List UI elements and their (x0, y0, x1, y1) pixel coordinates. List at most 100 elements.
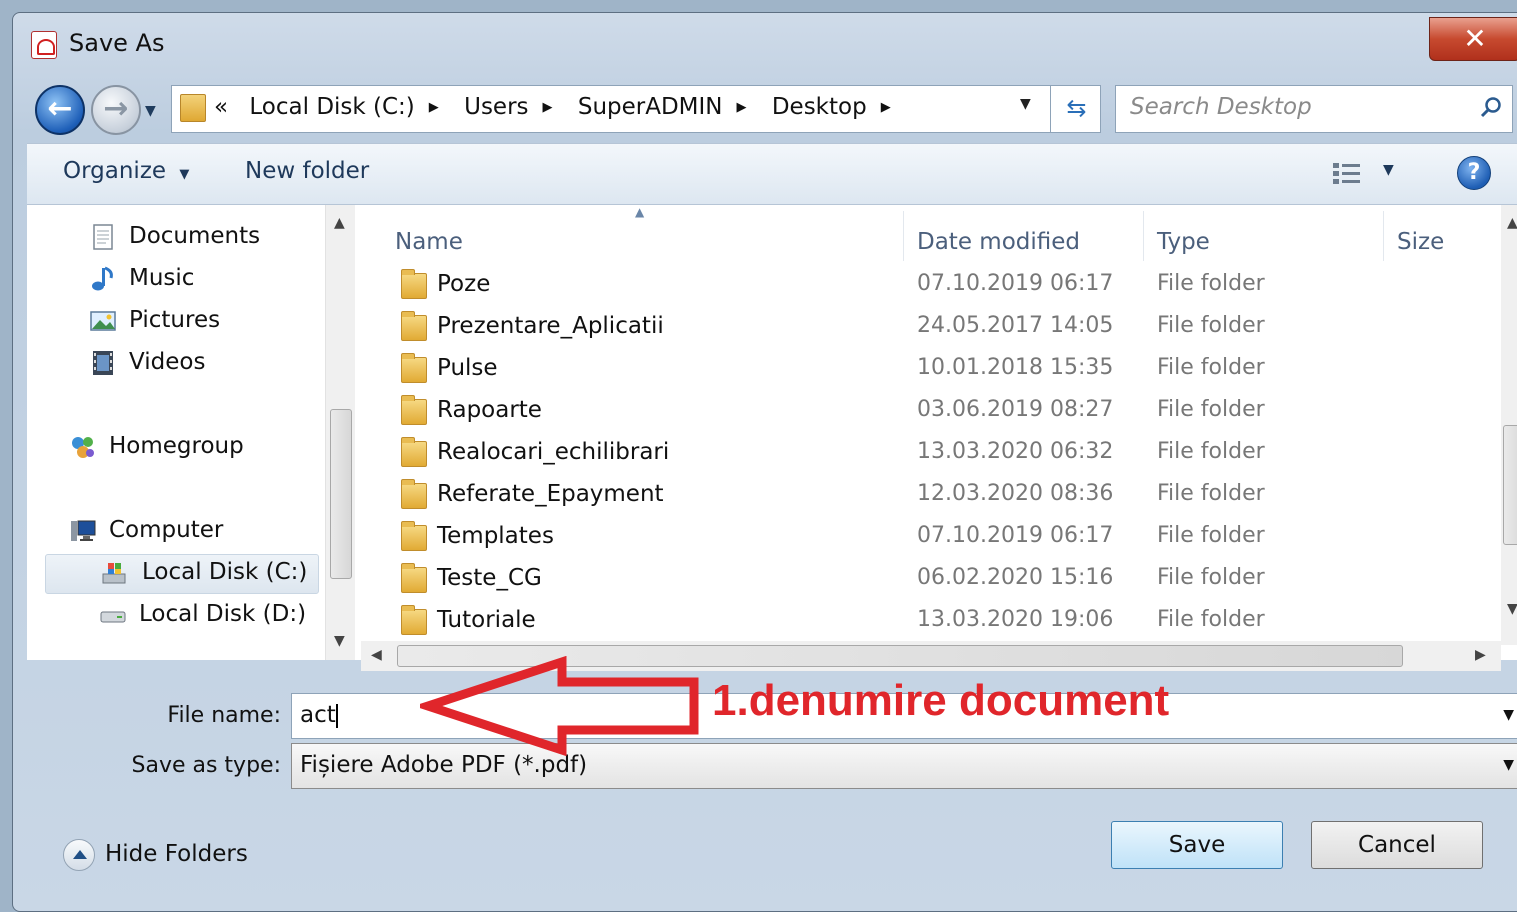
breadcrumb-desktop[interactable]: Desktop (772, 94, 867, 120)
scroll-thumb[interactable] (330, 409, 352, 579)
scroll-down-icon[interactable]: ▼ (334, 633, 345, 649)
column-divider[interactable] (903, 211, 904, 261)
column-header-type[interactable]: Type (1157, 229, 1210, 255)
file-type: File folder (1157, 565, 1265, 590)
view-dropdown[interactable]: ▼ (1383, 162, 1394, 178)
scroll-up-icon[interactable]: ▲ (1507, 215, 1517, 231)
refresh-button[interactable]: ⇆ (1050, 86, 1102, 132)
column-header-name[interactable]: Name (395, 229, 463, 255)
save-as-dialog: Save As ✕ ← → ▼ « Local Disk (C:) ▶ Users… (12, 12, 1517, 912)
column-divider[interactable] (1383, 211, 1384, 261)
adobe-pdf-icon (31, 31, 57, 59)
command-bar: Organize ▼ New folder ▼ ? (27, 143, 1517, 205)
sidebar-item-local-disk-c[interactable]: Local Disk (C:) (45, 554, 319, 594)
drive-icon (100, 611, 126, 623)
sidebar-item-documents[interactable]: Documents (89, 219, 309, 257)
save-button[interactable]: Save (1111, 821, 1283, 869)
annotation-label: 1.denumire document (712, 676, 1170, 725)
column-header-size[interactable]: Size (1397, 229, 1444, 255)
file-name: Templates (437, 523, 554, 549)
sidebar-item-music[interactable]: Music (89, 261, 309, 299)
file-date: 07.10.2019 06:17 (917, 271, 1114, 296)
sidebar-item-pictures[interactable]: Pictures (89, 303, 309, 341)
sidebar-item-computer[interactable]: Computer (69, 513, 309, 551)
view-options-icon[interactable] (1331, 160, 1363, 188)
breadcrumb-chevron-icon[interactable]: ▶ (881, 100, 891, 115)
breadcrumb-overflow[interactable]: « (214, 94, 228, 120)
folder-icon (180, 94, 206, 122)
file-type: File folder (1157, 439, 1265, 464)
folder-icon (401, 311, 427, 341)
sidebar-item-label: Homegroup (109, 433, 244, 459)
table-row[interactable]: Tutoriale 13.03.2020 19:06 File folder (361, 601, 1501, 643)
table-row[interactable]: Pulse 10.01.2018 15:35 File folder (361, 349, 1501, 391)
sidebar-item-label: Pictures (129, 307, 221, 333)
file-name-dropdown[interactable]: ▼ (1503, 694, 1514, 736)
back-button[interactable]: ← (35, 85, 85, 135)
cancel-button[interactable]: Cancel (1311, 821, 1483, 869)
chevron-down-icon: ▼ (1383, 162, 1394, 178)
file-date: 24.05.2017 14:05 (917, 313, 1114, 338)
file-list-vertical-scrollbar[interactable]: ▲ ▼ (1501, 205, 1517, 645)
chevron-down-icon: ▼ (1020, 96, 1031, 112)
file-date: 06.02.2020 15:16 (917, 565, 1114, 590)
refresh-icon: ⇆ (1066, 94, 1087, 122)
window-title: Save As (69, 29, 165, 57)
forward-button[interactable]: → (91, 85, 141, 135)
breadcrumb-local-disk[interactable]: Local Disk (C:) (249, 94, 414, 120)
help-icon[interactable]: ? (1457, 156, 1491, 190)
documents-icon (93, 224, 113, 250)
search-box[interactable]: Search Desktop (1115, 85, 1513, 133)
file-date: 12.03.2020 08:36 (917, 481, 1114, 506)
table-row[interactable]: Realocari_echilibrari 13.03.2020 06:32 F… (361, 433, 1501, 475)
address-dropdown[interactable]: ▼ (1020, 96, 1031, 112)
new-folder-button[interactable]: New folder (245, 158, 369, 184)
close-icon: ✕ (1463, 22, 1487, 55)
sidebar-item-videos[interactable]: Videos (89, 345, 309, 383)
table-row[interactable]: Prezentare_Aplicatii 24.05.2017 14:05 Fi… (361, 307, 1501, 349)
column-header-date[interactable]: Date modified (917, 229, 1080, 255)
sidebar-item-label: Computer (109, 517, 224, 543)
table-row[interactable]: Referate_Epayment 12.03.2020 08:36 File … (361, 475, 1501, 517)
table-row[interactable]: Templates 07.10.2019 06:17 File folder (361, 517, 1501, 559)
hide-folders-button[interactable]: Hide Folders (63, 839, 248, 871)
folder-icon (401, 479, 427, 509)
file-type: File folder (1157, 607, 1265, 632)
breadcrumb-chevron-icon[interactable]: ▶ (543, 100, 553, 115)
table-row[interactable]: Rapoarte 03.06.2019 08:27 File folder (361, 391, 1501, 433)
sidebar-item-local-disk-d[interactable]: Local Disk (D:) (99, 597, 319, 635)
organize-button[interactable]: Organize ▼ (63, 158, 189, 184)
scroll-right-icon[interactable]: ▶ (1475, 647, 1486, 663)
navigation-pane: Documents Music Pictures Videos Homegrou… (27, 205, 325, 660)
folder-icon (401, 269, 427, 299)
recent-pages-dropdown[interactable]: ▼ (145, 103, 163, 119)
sidebar-item-homegroup[interactable]: Homegroup (69, 429, 309, 467)
breadcrumb-chevron-icon[interactable]: ▶ (737, 100, 747, 115)
browser-area: Documents Music Pictures Videos Homegrou… (27, 205, 1517, 671)
breadcrumb-users[interactable]: Users (464, 94, 528, 120)
breadcrumb-chevron-icon[interactable]: ▶ (429, 100, 439, 115)
videos-icon (93, 351, 113, 375)
file-type: File folder (1157, 481, 1265, 506)
save-type-dropdown[interactable]: ▼ (1503, 744, 1514, 786)
search-icon[interactable] (1480, 96, 1502, 118)
folder-icon (401, 563, 427, 593)
file-type: File folder (1157, 355, 1265, 380)
file-name: Realocari_echilibrari (437, 439, 670, 465)
close-button[interactable]: ✕ (1429, 17, 1517, 61)
title-bar: Save As ✕ (13, 13, 1517, 75)
breadcrumb-superadmin[interactable]: SuperADMIN (578, 94, 723, 120)
scroll-thumb[interactable] (1503, 425, 1517, 545)
column-divider[interactable] (1143, 211, 1144, 261)
scroll-down-icon[interactable]: ▼ (1507, 601, 1517, 617)
file-type: File folder (1157, 523, 1265, 548)
scroll-left-icon[interactable]: ◀ (371, 647, 382, 663)
scroll-up-icon[interactable]: ▲ (334, 215, 345, 231)
search-input[interactable]: Search Desktop (1130, 94, 1312, 120)
table-row[interactable]: Poze 07.10.2019 06:17 File folder (361, 265, 1501, 307)
folder-icon (401, 437, 427, 467)
table-row[interactable]: Teste_CG 06.02.2020 15:16 File folder (361, 559, 1501, 601)
address-bar[interactable]: « Local Disk (C:) ▶ Users ▶ SuperADMIN ▶ De… (171, 85, 1101, 133)
annotation-arrow-icon (420, 656, 699, 756)
navigation-scrollbar[interactable]: ▲ ▼ (325, 205, 355, 660)
